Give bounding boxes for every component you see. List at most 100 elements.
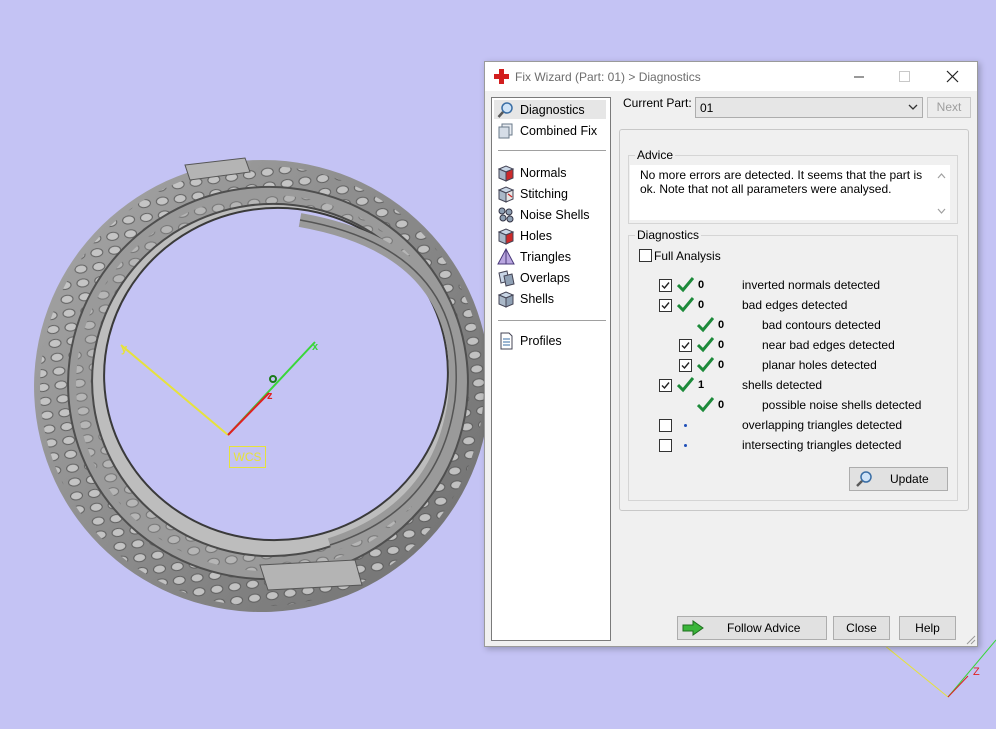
update-button[interactable]: Update	[849, 467, 948, 491]
minimize-button[interactable]	[835, 62, 881, 91]
nav-item-combined-fix[interactable]: Combined Fix	[494, 121, 606, 140]
shells-icon	[497, 291, 515, 308]
advice-title: Advice	[635, 148, 676, 162]
minimize-icon	[854, 76, 864, 78]
checkmark-icon	[681, 342, 690, 350]
advice-text: No more errors are detected. It seems th…	[640, 168, 923, 196]
diagnostic-label: bad contours detected	[762, 318, 881, 332]
ok-check-icon	[697, 337, 714, 353]
ok-check-icon	[697, 397, 714, 413]
diagnostic-count: 0	[698, 299, 705, 311]
ok-check-icon	[697, 317, 714, 333]
nav-item-shells[interactable]: Shells	[494, 289, 606, 308]
holes-cube-icon	[497, 228, 515, 245]
normals-cube-icon	[497, 165, 515, 182]
nav-label: Triangles	[520, 250, 571, 264]
current-part-select[interactable]: 01	[695, 97, 923, 118]
nav-separator	[498, 320, 606, 321]
nav-label: Overlaps	[520, 271, 571, 285]
title-bar[interactable]: Fix Wizard (Part: 01) > Diagnostics	[485, 62, 977, 91]
pending-dot-icon	[684, 444, 687, 447]
nav-label: Shells	[520, 292, 555, 306]
nav-item-profiles[interactable]: Profiles	[494, 331, 606, 350]
nav-item-holes[interactable]: Holes	[494, 226, 606, 245]
corner-y-axis	[883, 644, 949, 698]
current-part-value: 01	[700, 101, 714, 115]
diagnostic-count: 0	[698, 279, 705, 291]
diagnostic-count: 0	[718, 319, 725, 331]
nav-label: Holes	[520, 229, 552, 243]
diagnostic-count: 0	[718, 399, 725, 411]
overlaps-icon	[498, 270, 515, 287]
diagnostic-count: 1	[698, 379, 705, 391]
diagnostic-checkbox[interactable]	[659, 299, 672, 312]
advice-scrollbar[interactable]	[933, 165, 950, 220]
close-button[interactable]: Close	[833, 616, 890, 640]
diagnostic-checkbox[interactable]	[659, 419, 672, 432]
z-axis-label: z	[267, 390, 273, 402]
checkmark-icon	[661, 302, 670, 310]
full-analysis-checkbox[interactable]	[639, 249, 652, 262]
diagnostic-label: inverted normals detected	[742, 278, 881, 292]
follow-advice-button[interactable]: Follow Advice	[677, 616, 827, 640]
nav-item-noise-shells[interactable]: Noise Shells	[494, 205, 606, 224]
close-icon	[946, 70, 959, 83]
diagnostic-label: near bad edges detected	[762, 338, 895, 352]
advice-textbox[interactable]: No more errors are detected. It seems th…	[630, 165, 950, 220]
triangles-icon	[497, 248, 515, 265]
close-window-button[interactable]	[929, 62, 975, 91]
nav-item-stitching[interactable]: Stitching	[494, 184, 606, 203]
ok-check-icon	[697, 357, 714, 373]
window-title: Fix Wizard (Part: 01) > Diagnostics	[515, 70, 701, 84]
nav-label: Stitching	[520, 187, 568, 201]
diagnostic-label: possible noise shells detected	[762, 398, 922, 412]
diagnostic-checkbox[interactable]	[659, 379, 672, 392]
current-part-label: Current Part:	[623, 96, 692, 110]
follow-advice-label: Follow Advice	[727, 621, 801, 635]
diagnostic-label: intersecting triangles detected	[742, 438, 902, 452]
diagnostic-checkbox[interactable]	[659, 279, 672, 292]
nav-label: Normals	[520, 166, 567, 180]
checkmark-icon	[661, 282, 670, 290]
corner-z-axis	[947, 675, 969, 698]
fix-wizard-window: Fix Wizard (Part: 01) > Diagnostics Diag…	[484, 61, 978, 647]
noise-shells-icon	[498, 207, 514, 223]
stitching-cube-icon	[497, 186, 515, 203]
nav-label: Diagnostics	[520, 103, 585, 117]
magnifier-icon	[856, 471, 872, 487]
diagnostic-count: 0	[718, 359, 725, 371]
diagnostic-count: 0	[718, 339, 725, 351]
nav-separator	[498, 150, 606, 151]
pending-dot-icon	[684, 424, 687, 427]
diagnostics-title: Diagnostics	[635, 228, 702, 242]
resize-grip-icon[interactable]	[964, 633, 976, 645]
diagnostic-label: bad edges detected	[742, 298, 848, 312]
chevron-down-icon	[908, 104, 918, 110]
maximize-button[interactable]	[881, 62, 927, 91]
diagnostic-checkbox[interactable]	[679, 359, 692, 372]
next-button[interactable]: Next	[927, 97, 971, 118]
nav-label: Profiles	[520, 334, 562, 348]
nav-label: Noise Shells	[520, 208, 590, 222]
nav-item-triangles[interactable]: Triangles	[494, 247, 606, 266]
checkmark-icon	[661, 382, 670, 390]
document-icon	[500, 332, 513, 350]
ok-check-icon	[677, 277, 694, 293]
ok-check-icon	[677, 297, 694, 313]
wizard-nav: Diagnostics Combined Fix Normals Stitchi…	[491, 97, 611, 641]
diagnostic-label: shells detected	[742, 378, 823, 392]
nav-label: Combined Fix	[520, 124, 598, 138]
wcs-label: WCS	[229, 446, 266, 468]
nav-item-diagnostics[interactable]: Diagnostics	[494, 100, 606, 119]
diagnostic-checkbox[interactable]	[659, 439, 672, 452]
diagnostic-checkbox[interactable]	[679, 339, 692, 352]
maximize-icon	[899, 71, 910, 82]
red-cross-icon	[494, 69, 509, 84]
magnifier-icon	[497, 102, 513, 118]
arrow-right-icon	[682, 620, 704, 636]
nav-item-overlaps[interactable]: Overlaps	[494, 268, 606, 287]
nav-item-normals[interactable]: Normals	[494, 163, 606, 182]
help-button[interactable]: Help	[899, 616, 956, 640]
x-axis-label: x	[312, 341, 319, 353]
diagnostic-label: planar holes detected	[762, 358, 877, 372]
